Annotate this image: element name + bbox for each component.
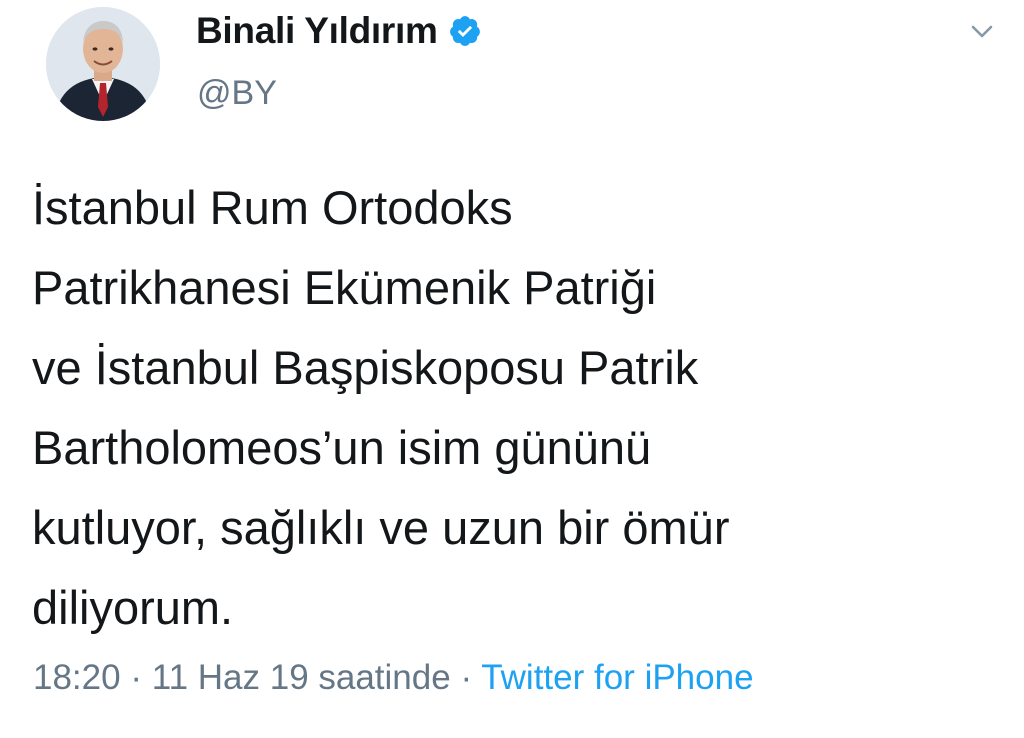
avatar-portrait-icon [46,7,160,121]
tweet-text-line: Patrikhanesi Ekümenik Patriği [32,261,657,314]
author-name-row: Binali Yıldırım [196,8,482,54]
tweet-text: İstanbul Rum Ortodoks Patrikhanesi Eküme… [32,168,992,648]
tweet-date: 11 Haz 19 saatinde [151,658,451,697]
verified-badge-icon [448,14,482,48]
avatar[interactable] [46,7,160,121]
tweet-text-line: İstanbul Rum Ortodoks [32,181,513,234]
tweet-card: Binali Yıldırım @BY İstanbul Rum Ortodok… [0,0,1024,738]
tweet-source-link[interactable]: Twitter for iPhone [481,658,753,697]
meta-separator: · [120,658,152,697]
tweet-text-line: ve İstanbul Başpiskoposu Patrik [32,341,699,394]
user-handle[interactable]: @BY [197,74,277,113]
tweet-time: 18:20 [33,658,121,697]
tweet-text-line: kutluyor, sağlıklı ve uzun bir ömür [32,501,730,554]
meta-separator: · [450,658,482,697]
tweet-meta: 18:20 · 11 Haz 19 saatinde · Twitter for… [33,658,754,698]
tweet-text-line: diliyorum. [32,581,234,634]
chevron-down-icon[interactable] [966,16,998,48]
tweet-text-line: Bartholomeos’un isim gününü [32,421,652,474]
display-name[interactable]: Binali Yıldırım [196,10,438,52]
